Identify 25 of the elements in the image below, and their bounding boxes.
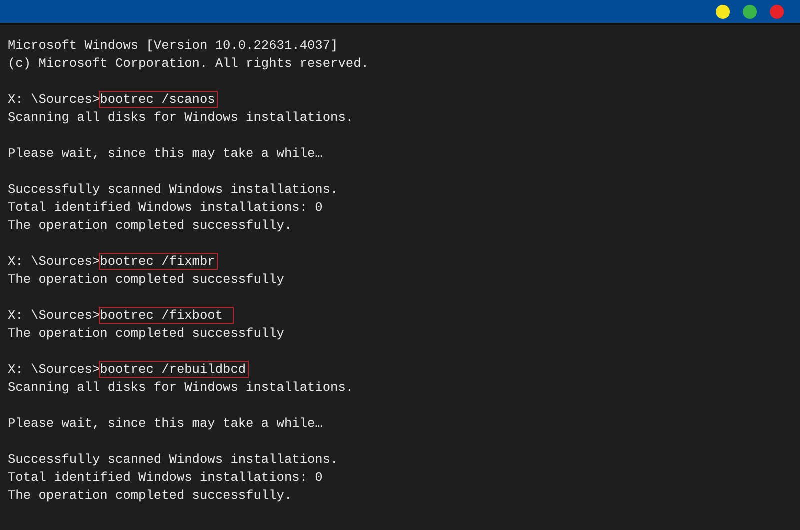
command-prompt: X: \Sources>: [8, 254, 100, 269]
console-output-line: Scanning all disks for Windows installations.: [8, 110, 354, 125]
console-output-line: The operation completed successfully: [8, 326, 284, 341]
console-output-line: The operation completed successfully.: [8, 488, 292, 503]
console-output-line: Please wait, since this may take a while…: [8, 416, 323, 431]
highlighted-command: bootrec /rebuildbcd: [100, 362, 248, 377]
window-control-dot[interactable]: [743, 4, 757, 18]
command-prompt: X: \Sources>: [8, 308, 100, 323]
console-output-line: Successfully scanned Windows installations.: [8, 452, 338, 467]
command-prompt: X: \Sources>: [8, 92, 100, 107]
console-output-line: Microsoft Windows [Version 10.0.22631.4037]: [8, 38, 338, 53]
console-output-line: Total identified Windows installations: 0: [8, 200, 323, 215]
console-output-line: Scanning all disks for Windows installations.: [8, 380, 354, 395]
window-control-dot[interactable]: [770, 4, 784, 18]
console-output-line: The operation completed successfully: [8, 272, 284, 287]
window-control-dot[interactable]: [716, 4, 730, 18]
highlighted-command: bootrec /scanos: [100, 92, 218, 107]
console-output-line: Please wait, since this may take a while…: [8, 146, 323, 161]
highlighted-command: bootrec /fixboot: [100, 308, 233, 323]
console-output-line: (c) Microsoft Corporation. All rights reserved.: [8, 56, 369, 71]
console-output-line: Successfully scanned Windows installations.: [8, 182, 338, 197]
highlighted-command: bootrec /fixmbr: [100, 254, 218, 269]
console-output-line: Total identified Windows installations: 0: [8, 470, 323, 485]
console-output-line: The operation completed successfully.: [8, 218, 292, 233]
command-prompt: X: \Sources>: [8, 362, 100, 377]
